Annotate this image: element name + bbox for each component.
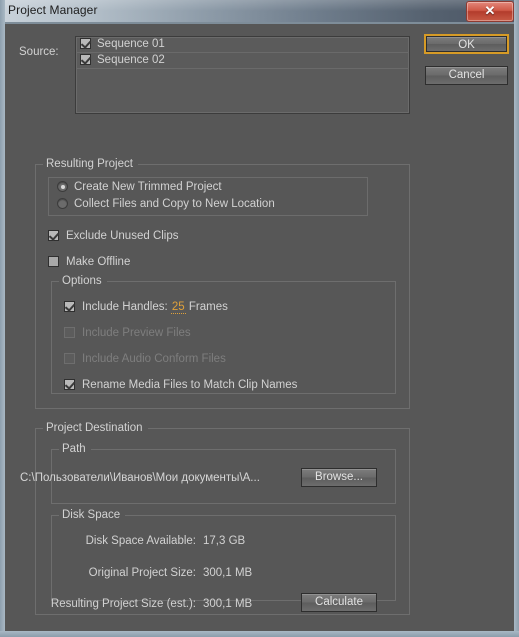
sequence-label: Sequence 02 [97,54,165,66]
checkbox-label: Include Handles: [82,301,168,313]
title-bar[interactable]: Project Manager ✕ [0,0,519,22]
radio-indicator[interactable] [57,181,68,192]
checkbox-label: Exclude Unused Clips [66,230,179,242]
radio-collect-files-and-copy[interactable]: Collect Files and Copy to New Location [49,196,367,213]
sequence-checkbox[interactable] [80,54,91,65]
checkbox-indicator[interactable] [48,256,59,267]
checkbox-indicator[interactable] [64,379,75,390]
original-project-size-label: Original Project Size: [88,567,196,579]
path-title: Path [59,443,91,455]
sequence-checkbox[interactable] [80,38,91,49]
source-list[interactable]: Sequence 01 Sequence 02 [75,36,410,114]
checkbox-exclude-unused-clips[interactable]: Exclude Unused Clips [48,229,179,243]
handles-value-scrubber[interactable]: 25 [170,301,186,314]
window-border-right [514,0,519,637]
project-destination-group: Project Destination Path Disk Space [35,422,410,615]
resulting-project-title: Resulting Project [43,158,138,170]
checkbox-label: Make Offline [66,256,131,268]
resulting-project-radio-panel: Create New Trimmed Project Collect Files… [48,177,368,216]
disk-space-available-label: Disk Space Available: [85,535,196,547]
checkbox-indicator [64,353,75,364]
ok-button[interactable]: OK [426,36,507,52]
checkbox-indicator [64,327,75,338]
checkbox-indicator[interactable] [48,230,59,241]
options-group: Options Include Handles: 25 Frames Inclu… [51,275,396,394]
resulting-project-size-label: Resulting Project Size (est.): [50,598,196,610]
radio-label: Collect Files and Copy to New Location [74,198,275,210]
calculate-button[interactable]: Calculate [301,593,377,612]
list-item[interactable]: Sequence 01 [76,37,409,53]
checkbox-include-preview-files: Include Preview Files [64,326,191,340]
checkbox-indicator[interactable] [64,301,75,312]
checkbox-make-offline[interactable]: Make Offline [48,255,130,269]
options-title: Options [59,275,107,287]
original-project-size-row: Original Project Size: 300,1 MB [20,566,295,580]
original-project-size-value: 300,1 MB [203,567,253,579]
window-border-bottom [0,631,519,637]
checkbox-label: Include Audio Conform Files [82,353,226,365]
checkbox-rename-media-files[interactable]: Rename Media Files to Match Clip Names [64,378,297,392]
resulting-project-group: Resulting Project Create New Trimmed Pro… [35,158,410,409]
radio-create-new-trimmed-project[interactable]: Create New Trimmed Project [49,179,367,196]
radio-indicator[interactable] [57,198,68,209]
dialog-content: Source: Sequence 01 Sequence 02 OK Cance… [5,24,514,631]
disk-space-group: Disk Space [51,509,396,601]
checkbox-include-handles[interactable]: Include Handles: 25 Frames [64,300,228,314]
path-value: C:\Пользователи\Иванов\Мои документы\A..… [20,472,260,484]
radio-label: Create New Trimmed Project [74,181,222,193]
cancel-button[interactable]: Cancel [425,66,508,85]
project-destination-title: Project Destination [43,422,148,434]
ok-button-focus-ring: OK [424,34,509,54]
disk-space-available-row: Disk Space Available: 17,3 GB [20,534,295,548]
disk-space-title: Disk Space [59,509,126,521]
checkbox-label: Rename Media Files to Match Clip Names [82,379,298,391]
source-label: Source: [19,46,59,58]
list-item[interactable]: Sequence 02 [76,53,409,69]
close-button[interactable]: ✕ [466,1,514,22]
resulting-project-size-value: 300,1 MB [203,598,253,610]
project-manager-dialog: Project Manager ✕ Source: Sequence 01 Se… [0,0,519,637]
disk-space-available-value: 17,3 GB [203,535,246,547]
window-title: Project Manager [8,3,98,17]
sequence-label: Sequence 01 [97,38,165,50]
handles-unit-label: Frames [188,301,228,313]
checkbox-label: Include Preview Files [82,327,191,339]
resulting-project-size-row: Resulting Project Size (est.): 300,1 MB [20,597,295,611]
checkbox-include-audio-conform-files: Include Audio Conform Files [64,352,226,366]
browse-button[interactable]: Browse... [301,468,377,487]
